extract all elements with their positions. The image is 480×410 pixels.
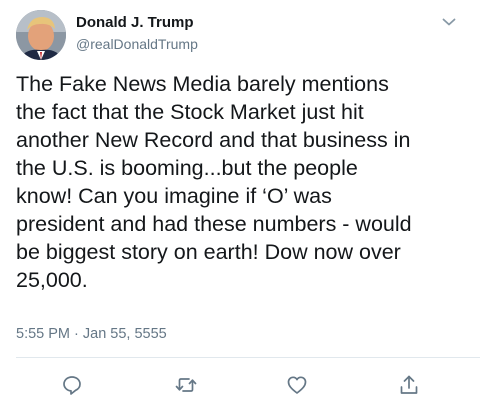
tweet-text-line: the fact that the Stock Market just hit — [16, 100, 364, 124]
reply-icon[interactable] — [61, 374, 83, 396]
retweet-icon[interactable] — [175, 374, 197, 396]
tweet-text-line: 25,000. — [16, 268, 88, 292]
divider — [16, 357, 480, 358]
tweet-text: The Fake News Media barely mentions the … — [16, 70, 471, 294]
tweet-timestamp[interactable]: 5:55 PM · Jan 55, 5555 — [16, 326, 167, 342]
share-icon[interactable] — [398, 374, 420, 396]
tweet-text-line: the U.S. is booming...but the people — [16, 156, 358, 180]
tweet-text-line: be biggest story on earth! Dow now over — [16, 240, 401, 264]
chevron-down-icon[interactable] — [440, 13, 458, 31]
tweet-text-line: president and had these numbers - would — [16, 212, 412, 236]
display-name[interactable]: Donald J. Trump — [76, 14, 194, 31]
avatar[interactable] — [16, 10, 66, 60]
user-handle[interactable]: @realDonaldTrump — [76, 36, 198, 52]
tweet-text-line: know! Can you imagine if ‘O’ was — [16, 184, 332, 208]
tweet-text-line: The Fake News Media barely mentions — [16, 72, 389, 96]
tweet-text-line: another New Record and that business in — [16, 128, 411, 152]
tweet-card: Donald J. Trump @realDonaldTrump The Fak… — [0, 0, 480, 410]
heart-icon[interactable] — [286, 374, 308, 396]
